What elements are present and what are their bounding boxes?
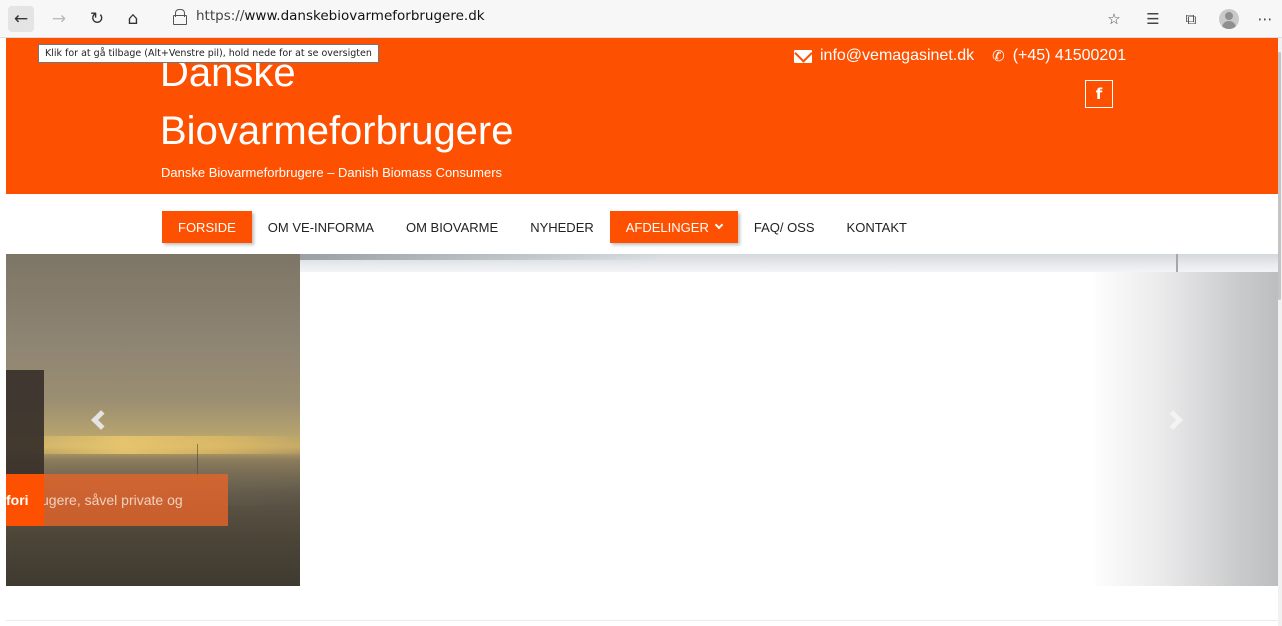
facebook-glyph: f (1095, 85, 1103, 103)
site-tagline: Danske Biovarmeforbrugere – Danish Bioma… (161, 165, 503, 180)
nav-item-label: NYHEDER (530, 219, 594, 235)
slide-caption-bold: fori (6, 492, 29, 508)
chevron-down-icon (714, 220, 724, 230)
nav-item-afdelinger[interactable]: AFDELINGER (609, 211, 738, 243)
collections-icon[interactable]: ⧉ (1180, 8, 1202, 30)
slide-right-image (1090, 272, 1278, 586)
reload-icon[interactable]: ↻ (84, 6, 110, 32)
slide-dark-tab (6, 370, 44, 474)
slide-caption-text: brugere, såvel private og (28, 492, 183, 508)
nav-item-label: FAQ/ OSS (753, 219, 815, 235)
profile-icon[interactable] (1219, 9, 1239, 29)
phone-icon: ✆ (992, 48, 1005, 65)
lock-icon[interactable] (172, 9, 187, 25)
chevron-left-icon[interactable] (90, 409, 112, 431)
slide-image (6, 254, 300, 586)
nav-item-label: OM BIOVARME (405, 219, 499, 235)
read-aloud-icon[interactable]: ☆ (1103, 8, 1125, 30)
nav-item-faq-oss[interactable]: FAQ/ OSS (738, 211, 831, 243)
site-title[interactable]: Danske Biovarmeforbrugere (160, 51, 680, 160)
chevron-right-icon[interactable] (1162, 409, 1184, 431)
main-nav: FORSIDE OM VE-INFORMA OM BIOVARME NYHEDE… (6, 194, 1278, 254)
back-button-tooltip: Klik for at gå tilbage (Alt+Venstre pil)… (38, 44, 379, 63)
hero-slider: fori brugere, såvel private og (6, 254, 1278, 586)
browser-toolbar: ← → ↻ ⌂ https://www.danskebiovarmeforbru… (0, 0, 1282, 38)
nav-item-label: KONTAKT (846, 219, 907, 235)
contact-info: info@vemagasinet.dk ✆ (+45) 41500201 (794, 45, 1126, 67)
facebook-icon[interactable]: f (1085, 80, 1113, 108)
nav-item-om-biovarme[interactable]: OM BIOVARME (390, 211, 514, 243)
back-arrow-icon[interactable]: ← (8, 6, 34, 32)
more-icon[interactable]: ⋯ (1254, 8, 1276, 30)
nav-item-forside[interactable]: FORSIDE (162, 211, 252, 243)
section-divider (6, 620, 1278, 621)
url-text[interactable]: https://www.danskebiovarmeforbrugere.dk (196, 8, 485, 24)
envelope-icon (794, 49, 812, 63)
address-bar[interactable]: https://www.danskebiovarmeforbrugere.dk (158, 4, 1258, 28)
nav-item-kontakt[interactable]: KONTAKT (831, 211, 923, 243)
contact-email[interactable]: info@vemagasinet.dk (820, 47, 974, 65)
home-icon[interactable]: ⌂ (120, 6, 146, 32)
nav-item-om-ve-informa[interactable]: OM VE-INFORMA (252, 211, 390, 243)
forward-arrow-icon[interactable]: → (46, 6, 72, 32)
nav-list: FORSIDE OM VE-INFORMA OM BIOVARME NYHEDE… (162, 211, 923, 243)
nav-item-nyheder[interactable]: NYHEDER (514, 211, 610, 243)
nav-item-label: AFDELINGER (625, 219, 709, 235)
contact-phone[interactable]: (+45) 41500201 (1013, 47, 1126, 65)
url-prefix: https:// (196, 8, 245, 24)
favorites-icon[interactable]: ☰ (1142, 8, 1164, 30)
scrollbar-thumb[interactable] (1278, 52, 1281, 300)
nav-item-label: OM VE-INFORMA (267, 219, 374, 235)
nav-item-label: FORSIDE (178, 219, 236, 235)
url-host: www.danskebiovarmeforbrugere.dk (244, 8, 485, 24)
slide-top-band (300, 254, 1278, 272)
site-title-line2: Biovarmeforbrugere (160, 109, 514, 153)
